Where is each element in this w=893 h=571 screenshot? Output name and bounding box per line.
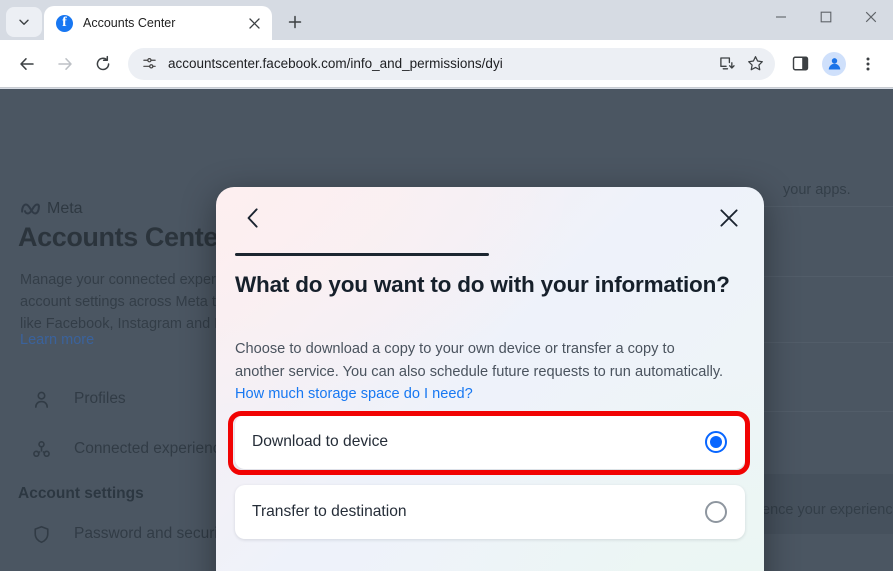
- reload-button[interactable]: [87, 48, 119, 80]
- close-icon[interactable]: [712, 201, 746, 235]
- modal-title: What do you want to do with your informa…: [235, 272, 730, 297]
- window-maximize-button[interactable]: [803, 0, 848, 34]
- section-heading: Account settings: [18, 485, 144, 502]
- page-viewport: Meta Accounts Center Manage your connect…: [0, 89, 893, 571]
- star-icon[interactable]: [741, 50, 769, 78]
- meta-wordmark: Meta: [47, 200, 83, 217]
- tab-search-chevron-down-icon[interactable]: [6, 7, 42, 37]
- meta-logo: Meta: [20, 200, 83, 218]
- tab-close-icon[interactable]: [244, 13, 264, 33]
- window-minimize-button[interactable]: [758, 0, 803, 34]
- shield-icon: [30, 525, 52, 544]
- browser-window: f Accounts Center accountscenter.faceboo…: [0, 0, 893, 571]
- option-label: Download to device: [252, 433, 389, 450]
- person-icon: [30, 390, 52, 409]
- browser-tab[interactable]: f Accounts Center: [44, 6, 272, 40]
- sidebar-item-label: Password and security: [74, 525, 230, 542]
- modal-header: [216, 187, 764, 247]
- radio-button-unselected[interactable]: [705, 501, 727, 523]
- install-app-icon[interactable]: [713, 50, 741, 78]
- chevron-left-icon[interactable]: [236, 201, 270, 235]
- right-text-experiences: ence your experiences: [762, 502, 893, 518]
- progress-indicator: [235, 253, 489, 256]
- kebab-menu-icon[interactable]: [853, 49, 883, 79]
- meta-infinity-icon: [21, 203, 40, 215]
- tab-strip: f Accounts Center: [0, 0, 893, 40]
- option-transfer-to-destination[interactable]: Transfer to destination: [235, 485, 745, 539]
- window-controls: [758, 0, 893, 34]
- modal-description: Choose to download a copy to your own de…: [235, 338, 727, 406]
- back-button[interactable]: [11, 48, 43, 80]
- information-action-modal: What do you want to do with your informa…: [216, 187, 764, 571]
- page-settings-icon[interactable]: [138, 53, 160, 75]
- sidebar-item-label: Connected experiences: [74, 440, 237, 457]
- address-bar[interactable]: accountscenter.facebook.com/info_and_per…: [128, 47, 775, 80]
- connected-icon: [30, 440, 52, 459]
- profile-avatar-icon[interactable]: [819, 49, 849, 79]
- modal-description-text: Choose to download a copy to your own de…: [235, 341, 724, 380]
- address-bar-url: accountscenter.facebook.com/info_and_per…: [168, 56, 503, 71]
- option-list: Download to device Transfer to destinati…: [235, 415, 745, 555]
- sidebar-item-label: Profiles: [74, 390, 126, 407]
- tab-title: Accounts Center: [83, 16, 176, 30]
- option-label: Transfer to destination: [252, 503, 407, 520]
- radio-button-selected[interactable]: [705, 431, 727, 453]
- side-panel-icon[interactable]: [785, 49, 815, 79]
- right-text-apps: your apps.: [783, 182, 851, 198]
- toolbar-right-actions: [783, 49, 885, 79]
- new-tab-button[interactable]: [280, 7, 310, 37]
- page-title: Accounts Center: [18, 222, 229, 252]
- learn-more-link[interactable]: Learn more: [20, 332, 94, 348]
- facebook-icon: f: [56, 14, 73, 32]
- option-download-to-device[interactable]: Download to device: [235, 415, 745, 469]
- forward-button[interactable]: [49, 48, 81, 80]
- browser-toolbar: accountscenter.facebook.com/info_and_per…: [0, 40, 893, 88]
- storage-space-link[interactable]: How much storage space do I need?: [235, 386, 473, 402]
- avatar: [822, 51, 846, 76]
- window-close-button[interactable]: [848, 0, 893, 34]
